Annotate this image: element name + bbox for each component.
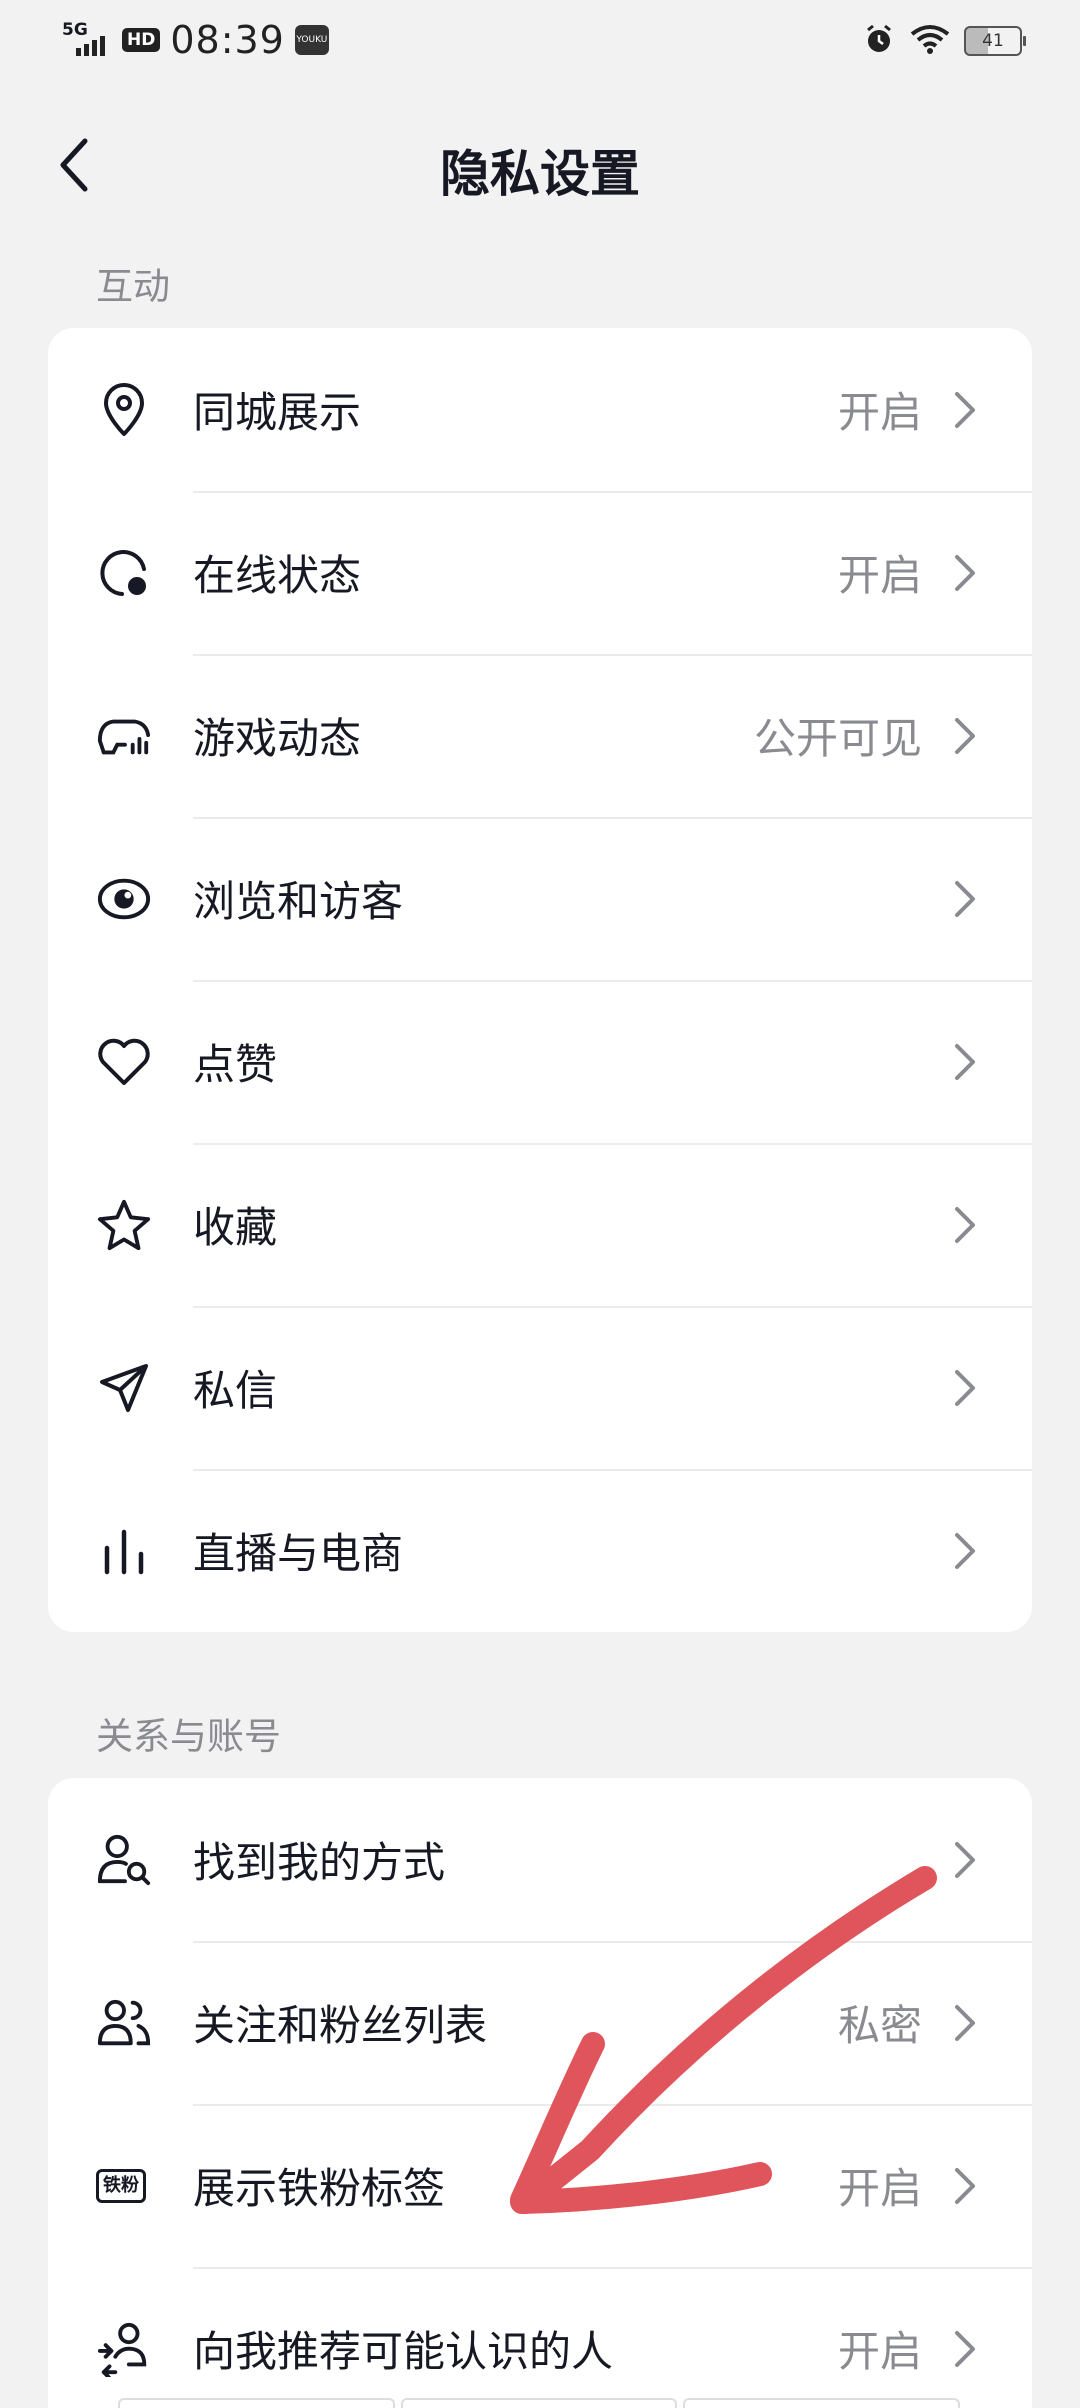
setting-label: 在线状态 [193,551,362,600]
live-bars-icon [96,1523,152,1579]
chevron-right-icon [950,879,980,919]
chevron-right-icon [950,553,980,593]
setting-row-online-status[interactable]: 在线状态 开启 [48,491,1032,654]
setting-label: 展示铁粉标签 [193,2164,446,2213]
setting-row-recommend-people[interactable]: 向我推荐可能认识的人 开启 [48,2267,1032,2408]
setting-label: 关注和粉丝列表 [193,2001,488,2050]
user-search-icon [96,1832,152,1888]
hd-badge: HD [122,28,161,52]
setting-label: 私信 [193,1366,278,1415]
chevron-right-icon [950,1368,980,1408]
section-label-interaction: 互动 [96,265,170,308]
chevron-right-icon [950,2166,980,2206]
section-label-relationships: 关系与账号 [96,1715,281,1758]
setting-label: 游戏动态 [193,714,362,763]
setting-label: 收藏 [193,1203,278,1252]
eye-icon [96,871,152,927]
heart-icon [96,1034,152,1090]
setting-row-likes[interactable]: 点赞 [48,980,1032,1143]
relationship-settings-card: 找到我的方式 关注和粉丝列表 私密 铁粉 展示铁粉标签 开启 向我推荐可能认识的… [48,1778,1032,2408]
chevron-right-icon [950,1840,980,1880]
status-time: 08:39 [170,18,285,62]
setting-value: 开启 [837,551,922,600]
game-controller-icon [96,708,152,764]
chevron-right-icon [950,2329,980,2369]
star-icon [96,1197,152,1253]
app-notification-badge: YOUKU [294,25,329,55]
location-pin-icon [96,382,152,438]
setting-label: 向我推荐可能认识的人 [193,2327,614,2376]
setting-row-find-me[interactable]: 找到我的方式 [48,1778,1032,1941]
setting-row-live-commerce[interactable]: 直播与电商 [48,1469,1032,1632]
setting-value: 私密 [837,2001,922,2050]
setting-label: 找到我的方式 [193,1838,446,1887]
battery-icon: 41 [964,26,1026,56]
wifi-icon [910,24,950,58]
setting-value: 公开可见 [753,714,922,763]
chevron-right-icon [950,390,980,430]
chevron-right-icon [950,1205,980,1245]
page-title: 隐私设置 [440,145,640,203]
interaction-settings-card: 同城展示 开启 在线状态 开启 游戏动态 公开可见 浏览和访客 点赞 收藏 私信… [48,328,1032,1632]
setting-value: 开启 [837,2164,922,2213]
status-bar: 5G HD 08:39 YOUKU 41 [0,0,1080,84]
setting-row-favorites[interactable]: 收藏 [48,1143,1032,1306]
iron-fan-badge-text: 铁粉 [96,2168,146,2203]
setting-row-nearby[interactable]: 同城展示 开启 [48,328,1032,491]
setting-label: 同城展示 [193,388,362,437]
setting-row-iron-fan-label[interactable]: 铁粉 展示铁粉标签 开启 [48,2104,1032,2267]
setting-value: 开启 [837,388,922,437]
bottom-tab-outline [118,2398,961,2408]
setting-value: 开启 [837,2327,922,2376]
setting-row-views-visitors[interactable]: 浏览和访客 [48,817,1032,980]
chevron-right-icon [950,1042,980,1082]
users-icon [96,1995,152,2051]
setting-row-direct-messages[interactable]: 私信 [48,1306,1032,1469]
header: 隐私设置 [0,108,1080,220]
paper-plane-icon [96,1360,152,1416]
setting-row-game-activity[interactable]: 游戏动态 公开可见 [48,654,1032,817]
online-status-icon [96,545,152,601]
setting-label: 浏览和访客 [193,877,404,926]
setting-label: 点赞 [193,1040,278,1089]
iron-fan-badge-icon: 铁粉 [96,2158,146,2214]
chevron-right-icon [950,2003,980,2043]
chevron-right-icon [950,1531,980,1571]
alarm-icon [862,22,896,60]
recommend-user-icon [96,2321,152,2377]
setting-label: 直播与电商 [193,1529,404,1578]
chevron-right-icon [950,716,980,756]
setting-row-follow-fan-list[interactable]: 关注和粉丝列表 私密 [48,1941,1032,2104]
signal-icon: 5G [62,20,112,60]
